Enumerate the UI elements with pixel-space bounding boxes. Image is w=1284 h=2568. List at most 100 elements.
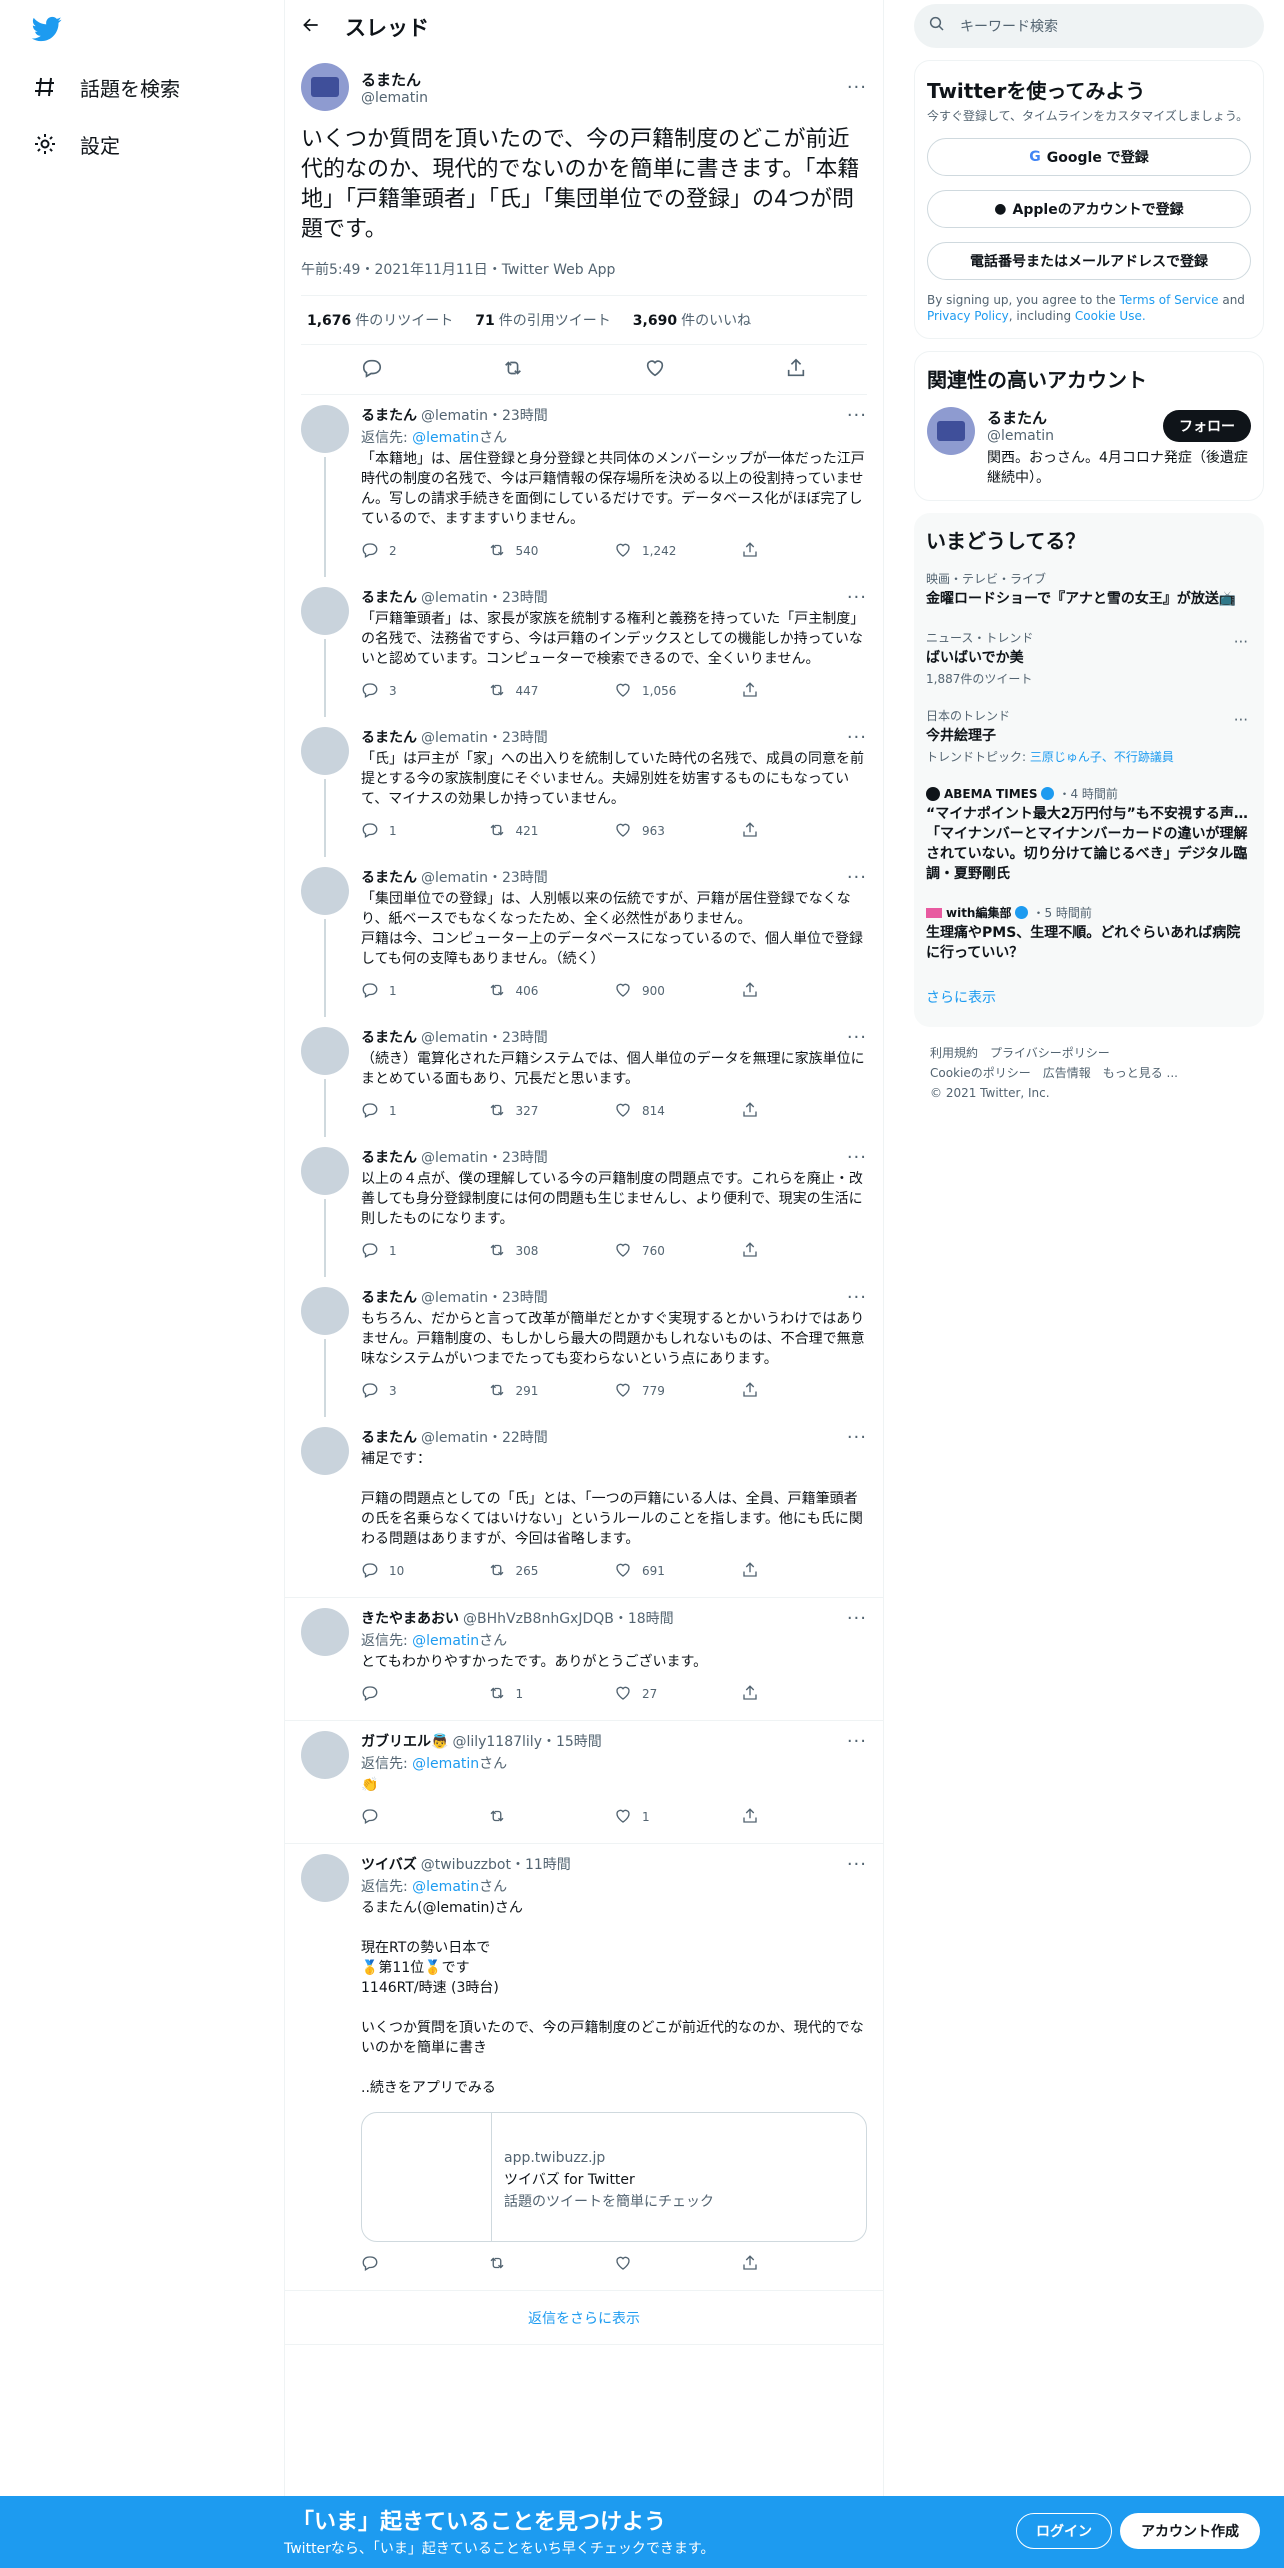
reply-button[interactable] xyxy=(361,1684,488,1705)
reply-author-handle[interactable]: @lematin・23時間 xyxy=(421,1027,548,1047)
trend-item[interactable]: 映画・テレビ・ライブ 金曜ロードショーで『アナと雪の女王』が放送📺 xyxy=(914,560,1264,619)
share-button[interactable] xyxy=(741,821,868,842)
avatar[interactable] xyxy=(301,1147,349,1195)
reply-author-name[interactable]: るまたん xyxy=(361,727,417,747)
share-button[interactable] xyxy=(741,981,868,1002)
reply-author-handle[interactable]: @BHhVzB8nhGxJDQB・18時間 xyxy=(463,1608,674,1628)
phone-signup-button[interactable]: 電話番号またはメールアドレスで登録 xyxy=(927,242,1251,280)
reply-author-handle[interactable]: @lematin・23時間 xyxy=(421,727,548,747)
share-button[interactable] xyxy=(741,1807,868,1828)
footer-line-2[interactable]: Cookieのポリシー 広告情報 もっと見る ... xyxy=(930,1063,1248,1083)
share-icon[interactable] xyxy=(785,357,807,383)
nav-settings[interactable]: 設定 xyxy=(32,124,120,164)
more-icon[interactable]: ··· xyxy=(847,867,867,888)
reply-author-name[interactable]: るまたん xyxy=(361,587,417,607)
reply-author-name[interactable]: るまたん xyxy=(361,405,417,425)
terms-link[interactable]: Terms of Service xyxy=(1120,293,1219,307)
reply-author-handle[interactable]: @lematin・23時間 xyxy=(421,1287,548,1307)
reply-button[interactable]: 1 xyxy=(361,821,488,842)
avatar[interactable] xyxy=(301,587,349,635)
reply-author-handle[interactable]: @lematin・23時間 xyxy=(421,1147,548,1167)
retweet-icon[interactable] xyxy=(502,357,524,383)
more-icon[interactable]: ··· xyxy=(847,1427,867,1448)
cookie-link[interactable]: Cookie Use. xyxy=(1075,309,1146,323)
avatar[interactable] xyxy=(301,727,349,775)
like-button[interactable]: 27 xyxy=(614,1684,741,1705)
avatar[interactable] xyxy=(301,867,349,915)
news-item[interactable]: with編集部 ・5 時間前 生理痛やPMS、生理不順。どれぐらいあれば病院に行っ… xyxy=(914,894,1264,973)
share-button[interactable] xyxy=(741,1561,868,1582)
retweet-button[interactable] xyxy=(488,2254,615,2275)
privacy-link[interactable]: Privacy Policy xyxy=(927,309,1009,323)
reply-author-handle[interactable]: @lematin・23時間 xyxy=(421,587,548,607)
google-signup-button[interactable]: G Google で登録 xyxy=(927,138,1251,176)
like-button[interactable]: 1 xyxy=(614,1807,741,1828)
avatar[interactable] xyxy=(301,1287,349,1335)
like-button[interactable] xyxy=(614,2254,741,2275)
mention-link[interactable]: @lematin xyxy=(412,1633,479,1649)
more-icon[interactable]: ··· xyxy=(847,1147,867,1168)
trends-show-more-link[interactable]: さらに表示 xyxy=(914,973,1264,1027)
reply-tweet[interactable]: ツイバズ @twibuzzbot・11時間 ··· 返信先: @lematinさん るま… xyxy=(285,1844,883,2291)
reply-author-handle[interactable]: @lily1187lily・15時間 xyxy=(452,1731,601,1751)
reply-tweet[interactable]: るまたん @lematin・23時間 ··· 「集団単位での登録」は、人別帳以来の伝統… xyxy=(285,857,883,1017)
related-handle[interactable]: @lematin xyxy=(987,428,1054,444)
reply-icon[interactable] xyxy=(361,357,383,383)
reply-button[interactable]: 2 xyxy=(361,541,488,562)
more-icon[interactable]: ··· xyxy=(847,727,867,748)
like-button[interactable]: 963 xyxy=(614,821,741,842)
reply-button[interactable]: 1 xyxy=(361,1101,488,1122)
share-button[interactable] xyxy=(741,1101,868,1122)
more-icon[interactable]: ··· xyxy=(1234,633,1248,651)
share-button[interactable] xyxy=(741,2254,868,2275)
reply-author-name[interactable]: きたやまあおい xyxy=(361,1608,459,1628)
nav-explore[interactable]: 話題を検索 xyxy=(32,67,180,107)
tweet-timestamp[interactable]: 午前5:49・2021年11月11日・Twitter Web App xyxy=(301,259,867,296)
search-input[interactable]: キーワード検索 xyxy=(914,4,1264,48)
like-icon[interactable] xyxy=(644,357,666,383)
avatar[interactable] xyxy=(301,1731,349,1779)
footer-line-1[interactable]: 利用規約 プライバシーポリシー xyxy=(930,1043,1248,1063)
retweet-button[interactable]: 291 xyxy=(488,1381,615,1402)
reply-tweet[interactable]: るまたん @lematin・23時間 ··· 返信先: @lematinさん 「本籍地」… xyxy=(285,395,883,577)
like-button[interactable]: 760 xyxy=(614,1241,741,1262)
more-icon[interactable]: ··· xyxy=(847,1854,867,1875)
link-card[interactable]: app.twibuzz.jp ツイバズ for Twitter 話題のツイートを簡単… xyxy=(361,2112,867,2242)
retweet-button[interactable]: 327 xyxy=(488,1101,615,1122)
reply-button[interactable]: 10 xyxy=(361,1561,488,1582)
show-more-replies-button[interactable]: 返信をさらに表示 xyxy=(285,2291,883,2345)
login-button[interactable]: ログイン xyxy=(1016,2513,1112,2549)
reply-tweet[interactable]: ガブリエル👼 @lily1187lily・15時間 ··· 返信先: @lematin… xyxy=(285,1721,883,1844)
avatar[interactable] xyxy=(301,1854,349,1902)
mention-link[interactable]: @lematin xyxy=(412,1879,479,1895)
retweet-button[interactable]: 1 xyxy=(488,1684,615,1705)
like-count-link[interactable]: 3,690 件のいいね xyxy=(633,310,751,330)
twitter-logo-icon[interactable] xyxy=(30,14,64,44)
reply-tweet[interactable]: るまたん @lematin・23時間 ··· （続き）電算化された戸籍システムでは、個… xyxy=(285,1017,883,1137)
news-item[interactable]: ABEMA TIMES ・4 時間前 “マイナポイント最大2万円付与”も不安視する… xyxy=(914,775,1264,894)
retweet-button[interactable] xyxy=(488,1807,615,1828)
reply-button[interactable]: 1 xyxy=(361,981,488,1002)
more-icon[interactable]: ··· xyxy=(847,587,867,608)
apple-signup-button[interactable]: ● Appleのアカウントで登録 xyxy=(927,190,1251,228)
trend-topic-links[interactable]: 三原じゅん子、不行跡議員 xyxy=(1030,750,1174,764)
share-button[interactable] xyxy=(741,1381,868,1402)
reply-tweet[interactable]: るまたん @lematin・23時間 ··· 以上の４点が、僕の理解している今の戸籍制… xyxy=(285,1137,883,1277)
avatar[interactable] xyxy=(301,1027,349,1075)
more-icon[interactable]: ··· xyxy=(847,1027,867,1048)
reply-button[interactable]: 3 xyxy=(361,1381,488,1402)
like-button[interactable]: 691 xyxy=(614,1561,741,1582)
reply-author-handle[interactable]: @lematin・23時間 xyxy=(421,867,548,887)
reply-author-name[interactable]: ツイバズ xyxy=(361,1854,417,1874)
reply-tweet[interactable]: るまたん @lematin・23時間 ··· もちろん、だからと言って改革が簡単だとか… xyxy=(285,1277,883,1417)
reply-author-name[interactable]: るまたん xyxy=(361,1147,417,1167)
share-button[interactable] xyxy=(741,681,868,702)
reply-tweet[interactable]: るまたん @lematin・23時間 ··· 「戸籍筆頭者」は、家長が家族を統制する権… xyxy=(285,577,883,717)
like-button[interactable]: 1,056 xyxy=(614,681,741,702)
reply-button[interactable] xyxy=(361,1807,488,1828)
reply-button[interactable]: 3 xyxy=(361,681,488,702)
avatar[interactable] xyxy=(301,405,349,453)
reply-author-handle[interactable]: @lematin・23時間 xyxy=(421,405,548,425)
share-button[interactable] xyxy=(741,1241,868,1262)
reply-tweet[interactable]: きたやまあおい @BHhVzB8nhGxJDQB・18時間 ··· 返信先: @lem… xyxy=(285,1598,883,1721)
